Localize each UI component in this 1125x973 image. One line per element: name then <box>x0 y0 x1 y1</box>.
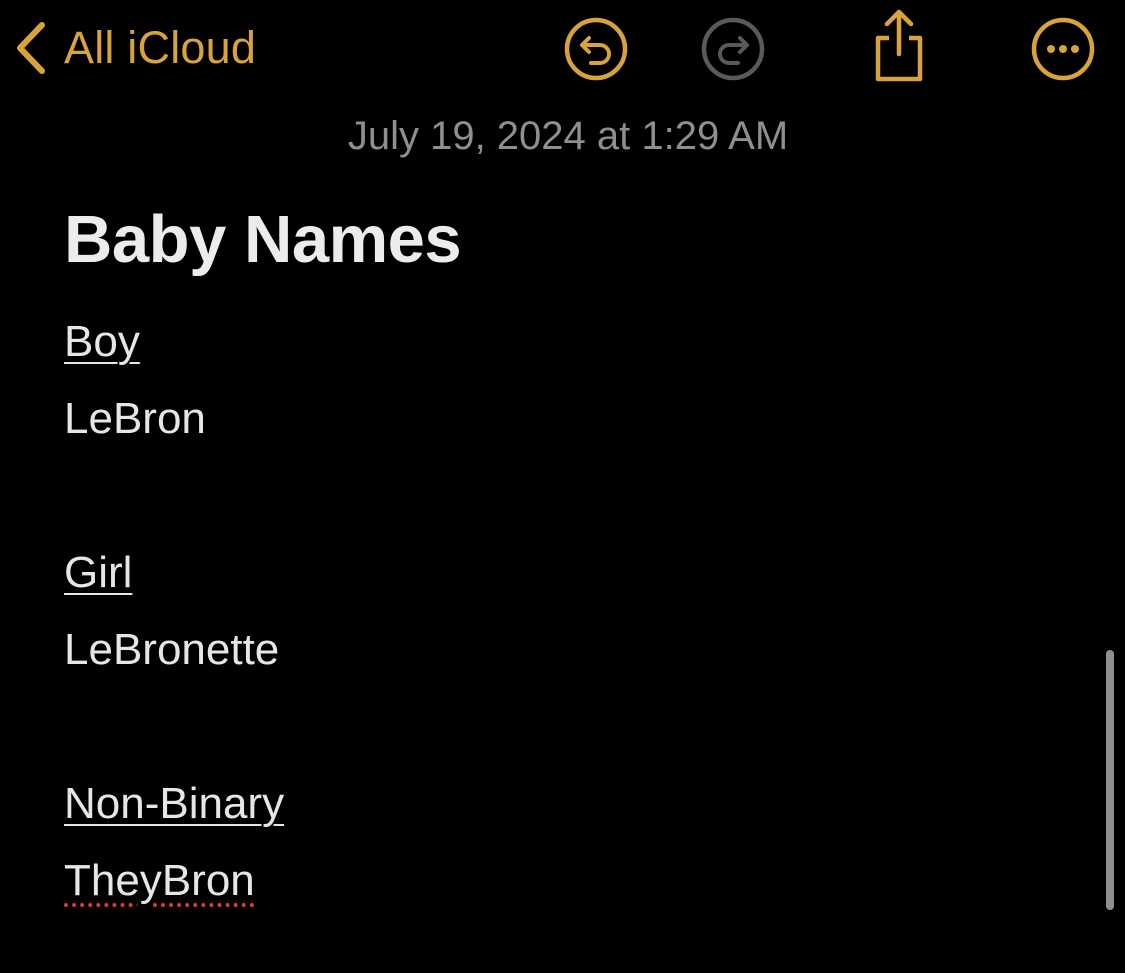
more-button[interactable] <box>1030 16 1096 82</box>
note-line-blank[interactable] <box>64 688 1064 765</box>
name-non-binary: TheyBron <box>64 856 255 905</box>
undo-icon <box>563 16 629 82</box>
back-label: All iCloud <box>64 22 257 73</box>
note-line[interactable]: LeBronette <box>64 611 1064 688</box>
name-girl: LeBronette <box>64 625 280 674</box>
note-line[interactable]: LeBron <box>64 380 1064 457</box>
scrollbar[interactable] <box>1106 650 1114 910</box>
note-body[interactable]: Baby Names Boy LeBron Girl LeBronette No… <box>64 195 1064 919</box>
redo-icon <box>700 16 766 82</box>
note-line[interactable]: Boy <box>64 303 1064 380</box>
note-line[interactable]: Non-Binary <box>64 765 1064 842</box>
more-icon <box>1030 16 1096 82</box>
section-heading-girl: Girl <box>64 548 133 597</box>
note-line[interactable]: TheyBron <box>64 842 1064 919</box>
chevron-left-icon <box>12 21 48 75</box>
share-button[interactable] <box>866 8 932 84</box>
toolbar: All iCloud <box>0 0 1125 100</box>
back-button[interactable]: All iCloud <box>12 18 256 78</box>
note-date: July 19, 2024 at 1:29 AM <box>347 114 789 158</box>
name-boy: LeBron <box>64 394 206 443</box>
section-heading-boy: Boy <box>64 317 140 366</box>
share-icon <box>866 8 932 84</box>
undo-button[interactable] <box>563 16 629 82</box>
note-line[interactable]: Girl <box>64 534 1064 611</box>
section-heading-non-binary: Non-Binary <box>64 779 285 828</box>
note-line-blank[interactable] <box>64 457 1064 534</box>
note-title[interactable]: Baby Names <box>64 195 1064 285</box>
redo-button[interactable] <box>700 16 766 82</box>
